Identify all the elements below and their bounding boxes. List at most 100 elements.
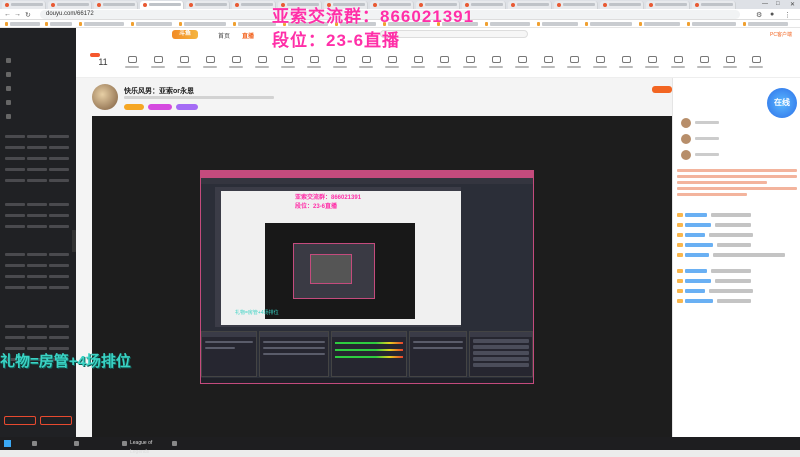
bookmark-item[interactable]: [131, 22, 172, 26]
category-item[interactable]: [567, 56, 581, 68]
back-icon[interactable]: ←: [4, 11, 11, 18]
profile-icon[interactable]: ●: [770, 11, 774, 18]
sidebar-item[interactable]: [6, 58, 14, 64]
bookmark-item[interactable]: [79, 22, 124, 26]
obs-control-button[interactable]: [473, 357, 529, 361]
sidebar-item[interactable]: [6, 100, 14, 106]
browser-tab[interactable]: [94, 1, 138, 9]
bookmark-item[interactable]: [45, 22, 72, 26]
bookmark-item[interactable]: [179, 22, 226, 26]
sidebar-item[interactable]: [6, 114, 14, 120]
browser-tab[interactable]: [600, 1, 644, 9]
menu-icon[interactable]: ⋮: [784, 11, 791, 19]
category-item[interactable]: [619, 56, 633, 68]
browser-tab[interactable]: [508, 1, 552, 9]
bookmark-item[interactable]: [585, 22, 632, 26]
chat-message[interactable]: [677, 278, 797, 284]
browser-tab-active[interactable]: [140, 1, 184, 9]
obs-control-button[interactable]: [473, 351, 529, 355]
taskbar-app[interactable]: [170, 439, 224, 448]
windows-start-icon[interactable]: [4, 440, 11, 447]
sidebar-button-1[interactable]: [4, 416, 36, 425]
chat-message[interactable]: [677, 222, 797, 228]
category-item[interactable]: [671, 56, 685, 68]
chat-message[interactable]: [677, 212, 797, 218]
sidebar-item[interactable]: [6, 86, 14, 92]
browser-tab[interactable]: [554, 1, 598, 9]
chat-message[interactable]: [677, 252, 797, 258]
category-item[interactable]: [723, 56, 737, 68]
follow-button[interactable]: [652, 86, 672, 93]
category-item[interactable]: [697, 56, 711, 68]
category-item[interactable]: [281, 56, 295, 68]
video-player[interactable]: 亚索交流群：866021391 段位：23-6直播 礼物=房管+4场排位: [92, 116, 672, 437]
browser-tab[interactable]: [186, 1, 230, 9]
category-item[interactable]: [125, 56, 139, 68]
obs-control-button[interactable]: [473, 339, 529, 343]
sidebar-button-2[interactable]: [40, 416, 72, 425]
room-badge[interactable]: [124, 104, 144, 110]
overlay-gift-text: 礼物=房管+4场排位: [0, 353, 131, 370]
category-item[interactable]: [515, 56, 529, 68]
category-item[interactable]: [411, 56, 425, 68]
category-item[interactable]: [151, 56, 165, 68]
browser-tab[interactable]: [48, 1, 92, 9]
maximize-icon[interactable]: □: [776, 1, 780, 7]
taskbar-app[interactable]: [30, 439, 70, 448]
bookmark-item[interactable]: [687, 22, 736, 26]
bookmark-item[interactable]: [743, 22, 788, 26]
category-item[interactable]: [203, 56, 217, 68]
category-item[interactable]: [749, 56, 763, 68]
category-item[interactable]: [645, 56, 659, 68]
chat-message[interactable]: [677, 268, 797, 274]
obs-control-button[interactable]: [473, 363, 529, 367]
category-item[interactable]: [463, 56, 477, 68]
chat-message[interactable]: [677, 298, 797, 304]
nav-link-home[interactable]: 首页: [218, 31, 230, 40]
category-item[interactable]: [359, 56, 373, 68]
browser-tab[interactable]: [232, 1, 276, 9]
category-item[interactable]: [489, 56, 503, 68]
browser-tab[interactable]: [2, 1, 46, 9]
bookmark-item[interactable]: [639, 22, 680, 26]
taskbar-app[interactable]: [72, 439, 116, 448]
search-input[interactable]: [380, 30, 528, 38]
category-item[interactable]: [541, 56, 555, 68]
category-icon: [335, 56, 345, 63]
category-item[interactable]: [177, 56, 191, 68]
bookmark-item[interactable]: [537, 22, 578, 26]
overlay-rank: 段位：23-6直播: [272, 31, 401, 50]
category-item[interactable]: [307, 56, 321, 68]
forward-icon[interactable]: →: [14, 11, 21, 18]
category-item[interactable]: [593, 56, 607, 68]
pc-client-link[interactable]: PC客户端: [770, 31, 792, 38]
category-item[interactable]: [333, 56, 347, 68]
extensions-icon[interactable]: ⚙: [756, 11, 762, 19]
taskbar-app[interactable]: League of Legends: [120, 439, 168, 455]
close-icon[interactable]: ✕: [790, 1, 795, 8]
bookmark-item[interactable]: [5, 22, 40, 26]
category-item[interactable]: [255, 56, 269, 68]
category-item[interactable]: [229, 56, 243, 68]
category-icon: [621, 56, 631, 63]
obs-control-button[interactable]: [473, 345, 529, 349]
category-item[interactable]: [437, 56, 451, 68]
room-badge[interactable]: [176, 104, 198, 110]
bookmark-item[interactable]: [233, 22, 276, 26]
douyu-logo[interactable]: 斗鱼: [172, 30, 198, 39]
bookmark-item[interactable]: [485, 22, 530, 26]
sidebar-item[interactable]: [6, 72, 14, 78]
browser-tab[interactable]: [646, 1, 690, 9]
room-badge[interactable]: [148, 104, 172, 110]
chat-message[interactable]: [677, 242, 797, 248]
category-item[interactable]: [385, 56, 399, 68]
chat-message[interactable]: [677, 288, 797, 294]
chat-message[interactable]: [677, 232, 797, 238]
live-bubble-badge[interactable]: 在线: [767, 88, 797, 118]
calendar-day[interactable]: 11: [92, 57, 114, 73]
streamer-avatar[interactable]: [92, 84, 118, 110]
reload-icon[interactable]: ↻: [25, 11, 31, 19]
nav-link-live[interactable]: 直播: [242, 31, 254, 40]
browser-tab[interactable]: [692, 1, 736, 9]
minimize-icon[interactable]: —: [762, 1, 768, 7]
